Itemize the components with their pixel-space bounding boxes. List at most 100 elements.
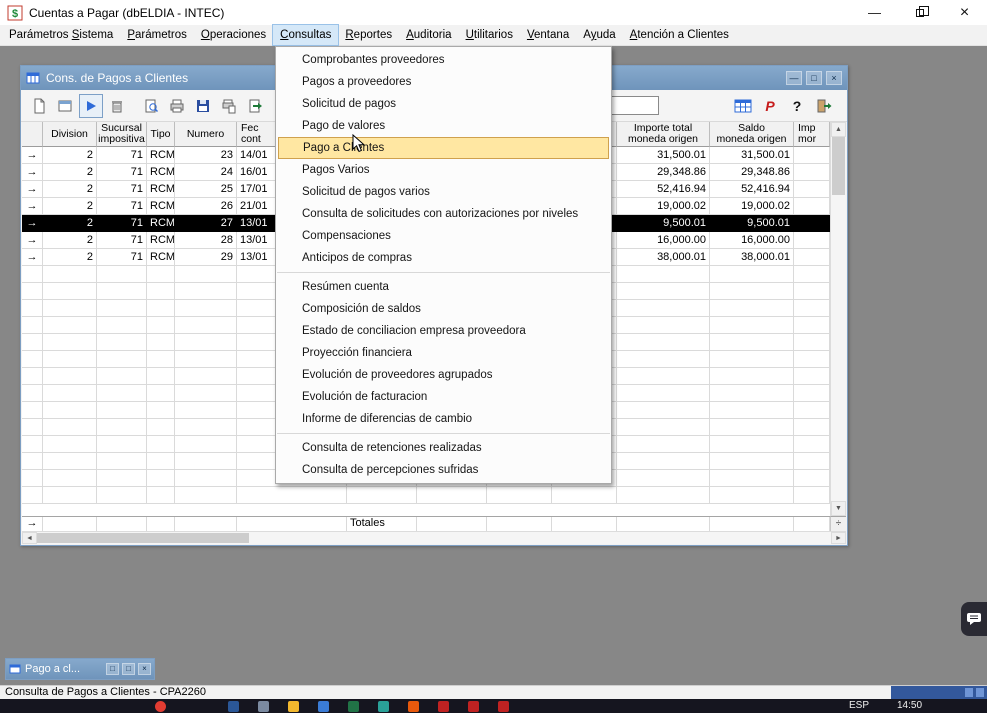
horizontal-scroll-thumb[interactable] — [37, 533, 249, 543]
menu-item-proyeccion-financiera[interactable]: Proyección financiera — [276, 342, 611, 364]
child-close-button[interactable]: × — [826, 71, 842, 85]
menu-ayuda[interactable]: Ayuda — [576, 25, 622, 45]
menu-item-composicion-de-saldos[interactable]: Composición de saldos — [276, 298, 611, 320]
cell-importe: 31,500.01 — [617, 147, 710, 164]
menu-atencion-clientes[interactable]: Atención a Clientes — [623, 25, 736, 45]
menu-item-pagos-a-proveedores[interactable]: Pagos a proveedores — [276, 71, 611, 93]
menu-item-consulta-solicitudes-autorizaciones[interactable]: Consulta de solicitudes con autorizacion… — [276, 203, 611, 225]
menu-item-evolucion-facturacion[interactable]: Evolución de facturacion — [276, 386, 611, 408]
scroll-left-button[interactable]: ◄ — [22, 532, 37, 544]
taskbar-icon[interactable] — [438, 701, 449, 712]
menu-item-consulta-percepciones[interactable]: Consulta de percepciones sufridas — [276, 459, 611, 481]
menu-item-anticipos-de-compras[interactable]: Anticipos de compras — [276, 247, 611, 269]
menu-item-solicitud-de-pagos[interactable]: Solicitud de pagos — [276, 93, 611, 115]
taskbar-icon[interactable] — [288, 701, 299, 712]
minwin-close-button[interactable]: × — [138, 663, 151, 675]
print-button[interactable] — [165, 94, 189, 118]
minimize-icon: — — [868, 5, 881, 20]
scroll-down-button[interactable]: ▼ — [831, 501, 846, 516]
spin-icon: ÷ — [836, 518, 842, 529]
menu-utilitarios[interactable]: Utilitarios — [459, 25, 520, 45]
exit-button[interactable] — [812, 94, 836, 118]
menu-item-resumen-cuenta[interactable]: Resúmen cuenta — [276, 276, 611, 298]
minimize-button[interactable]: — — [852, 0, 897, 25]
new-record-button[interactable] — [27, 94, 51, 118]
taskbar-icon[interactable] — [258, 701, 269, 712]
menu-operaciones[interactable]: Operaciones — [194, 25, 273, 45]
header-importe[interactable]: Importe totalmoneda origen — [617, 122, 710, 147]
vertical-scroll-track[interactable] — [831, 137, 846, 501]
horizontal-scroll-track[interactable] — [37, 532, 831, 544]
menu-item-pagos-varios[interactable]: Pagos Varios — [276, 159, 611, 181]
help-button[interactable]: ? — [785, 94, 809, 118]
vertical-scrollbar[interactable]: ▲ ▼ — [830, 122, 846, 516]
taskbar-icon[interactable] — [408, 701, 419, 712]
consultas-dropdown-menu: Comprobantes proveedores Pagos a proveed… — [275, 46, 612, 484]
row-arrow-icon: → — [27, 234, 38, 246]
header-numero[interactable]: Numero — [175, 122, 237, 147]
close-button[interactable]: × — [942, 0, 987, 25]
run-query-button[interactable] — [79, 94, 103, 118]
row-arrow-icon: → — [27, 149, 38, 161]
menu-auditoria[interactable]: Auditoria — [399, 25, 458, 45]
header-tipo[interactable]: Tipo — [147, 122, 175, 147]
vertical-scroll-thumb[interactable] — [832, 137, 845, 195]
export-button[interactable] — [243, 94, 267, 118]
statusbar-segment — [976, 688, 984, 697]
taskbar-icon[interactable] — [498, 701, 509, 712]
scroll-up-button[interactable]: ▲ — [831, 122, 846, 137]
delete-button[interactable] — [105, 94, 129, 118]
taskbar-icon[interactable] — [378, 701, 389, 712]
menu-item-evolucion-proveedores[interactable]: Evolución de proveedores agrupados — [276, 364, 611, 386]
preview-button[interactable] — [139, 94, 163, 118]
scroll-right-button[interactable]: ► — [831, 532, 846, 544]
menu-parametros-sistema[interactable]: Parámetros Sistema — [2, 25, 120, 45]
menu-item-compensaciones[interactable]: Compensaciones — [276, 225, 611, 247]
totals-spinner[interactable]: ÷ — [830, 516, 846, 531]
minwin-restore-button[interactable]: □ — [106, 663, 119, 675]
statusbar-segment — [965, 688, 973, 697]
p-tool-button[interactable]: P — [758, 94, 782, 118]
menu-ventana[interactable]: Ventana — [520, 25, 576, 45]
menu-item-solicitud-de-pagos-varios[interactable]: Solicitud de pagos varios — [276, 181, 611, 203]
open-form-button[interactable] — [53, 94, 77, 118]
menu-item-pago-de-valores[interactable]: Pago de valores — [276, 115, 611, 137]
menu-reportes[interactable]: Reportes — [338, 25, 399, 45]
header-saldo[interactable]: Saldomoneda origen — [710, 122, 794, 147]
cell-tipo: RCM — [147, 147, 175, 164]
child-minimize-button[interactable]: — — [786, 71, 802, 85]
print-preview-button[interactable] — [217, 94, 241, 118]
row-indicator: → — [22, 164, 43, 181]
header-importe-2[interactable]: Impmor — [794, 122, 830, 147]
taskbar-icon[interactable] — [318, 701, 329, 712]
row-indicator: → — [22, 198, 43, 215]
chat-overlay-button[interactable] — [961, 602, 987, 636]
horizontal-scrollbar[interactable]: ◄ ► — [22, 531, 846, 544]
save-button[interactable] — [191, 94, 215, 118]
taskbar-icon[interactable] — [228, 701, 239, 712]
menu-item-estado-conciliacion[interactable]: Estado de conciliacion empresa proveedor… — [276, 320, 611, 342]
taskbar-icon[interactable] — [468, 701, 479, 712]
menu-item-comprobantes-proveedores[interactable]: Comprobantes proveedores — [276, 49, 611, 71]
taskbar-icon[interactable] — [155, 701, 166, 712]
menu-item-informe-diferencias-cambio[interactable]: Informe de diferencias de cambio — [276, 408, 611, 430]
child-maximize-button[interactable]: □ — [806, 71, 822, 85]
row-indicator: → — [22, 249, 43, 266]
statusbar-text: Consulta de Pagos a Clientes - CPA2260 — [5, 686, 206, 698]
header-sucursal[interactable]: Sucursalimpositiva — [97, 122, 147, 147]
minimized-window-pago-a-clientes[interactable]: Pago a cl... □ □ × — [5, 658, 155, 680]
menu-consultas[interactable]: Consultas — [273, 25, 338, 45]
minwin-maximize-button[interactable]: □ — [122, 663, 135, 675]
row-indicator: → — [22, 232, 43, 249]
table-view-button[interactable] — [731, 94, 755, 118]
menu-parametros[interactable]: Parámetros — [120, 25, 194, 45]
menu-item-consulta-retenciones[interactable]: Consulta de retenciones realizadas — [276, 437, 611, 459]
taskbar-clock[interactable]: 14:50 — [897, 700, 922, 711]
taskbar-language[interactable]: ESP — [849, 700, 869, 711]
cell-sucursal: 71 — [97, 147, 147, 164]
taskbar-icon[interactable] — [348, 701, 359, 712]
restore-button[interactable] — [897, 0, 942, 25]
scroll-right-icon: ► — [835, 535, 842, 542]
menu-item-pago-a-clientes[interactable]: Pago a Clientes — [278, 137, 609, 159]
header-division[interactable]: Division — [43, 122, 97, 147]
